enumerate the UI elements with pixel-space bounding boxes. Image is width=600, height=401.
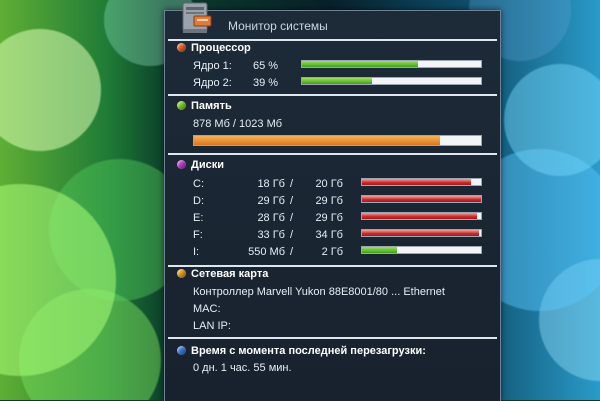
core-label: Ядро 1: (193, 60, 232, 72)
cpu-section-title: Процессор (177, 42, 251, 54)
disks-section-title: Диски (177, 159, 224, 171)
disk-used: 550 Мб (248, 246, 285, 258)
disk-total: 34 Гб (315, 229, 343, 241)
disk-bar (361, 212, 482, 220)
gadget-title: Монитор системы (228, 19, 328, 33)
cpu-bullet-icon (177, 43, 186, 52)
mac-label: MAC: (193, 303, 221, 315)
disk-bar-fill (362, 247, 397, 253)
memory-section-title: Память (177, 100, 232, 112)
uptime-bullet-icon (177, 346, 186, 355)
disk-total: 29 Гб (315, 212, 343, 224)
core-1-bar-fill (302, 61, 419, 67)
disk-drive-label: D: (193, 195, 204, 207)
disk-used: 33 Гб (257, 229, 285, 241)
uptime-value: 0 дн. 1 час. 55 мин. (193, 362, 292, 374)
disk-drive-label: I: (193, 246, 200, 258)
disks-bullet-icon (177, 160, 186, 169)
disk-bar-fill (362, 179, 472, 185)
divider (168, 153, 497, 155)
disk-drive-label: C: (193, 178, 204, 190)
disk-bar-fill (362, 213, 478, 219)
memory-title-text: Память (191, 100, 232, 112)
core-label: Ядро 2: (193, 77, 232, 89)
divider (168, 337, 497, 339)
uptime-section-title: Время с момента последней перезагрузки: (177, 345, 426, 357)
disk-total: 2 Гб (321, 246, 343, 258)
cpu-core-2-row: Ядро 2: (193, 77, 232, 89)
core-1-value: 65 % (253, 60, 279, 72)
cpu-title-text: Процессор (191, 42, 251, 54)
disk-total: 20 Гб (315, 178, 343, 190)
disk-separator: / (290, 178, 294, 190)
divider (168, 39, 497, 41)
divider (168, 265, 497, 267)
disks-title-text: Диски (191, 159, 224, 171)
memory-usage-text: 878 Мб / 1023 Мб (193, 118, 283, 130)
uptime-title-text: Время с момента последней перезагрузки: (191, 345, 426, 357)
divider (168, 94, 497, 96)
core-1-bar (301, 60, 482, 68)
disk-separator: / (290, 246, 294, 258)
disk-bar (361, 229, 482, 237)
computer-icon (182, 2, 212, 33)
memory-bar-fill (194, 136, 441, 145)
core-2-bar-fill (302, 78, 372, 84)
disk-drive-label: E: (193, 212, 204, 224)
disk-used: 18 Гб (257, 178, 285, 190)
core-2-bar (301, 77, 482, 85)
system-monitor-gadget[interactable]: Монитор системы Процессор Ядро 1: 65 % Я… (164, 2, 501, 401)
disk-drive-label: F: (193, 229, 203, 241)
network-adapter-name: Контроллер Marvell Yukon 88E8001/80 ... … (193, 286, 445, 298)
disk-used: 29 Гб (257, 195, 285, 207)
disk-separator: / (290, 195, 294, 207)
lan-ip-label: LAN IP: (193, 320, 231, 332)
memory-bar (193, 135, 482, 146)
disk-used: 28 Гб (257, 212, 285, 224)
memory-bullet-icon (177, 101, 186, 110)
disk-bar-fill (362, 230, 479, 236)
disk-bar (361, 195, 482, 203)
network-bullet-icon (177, 269, 186, 278)
disk-bar (361, 246, 482, 254)
disk-separator: / (290, 229, 294, 241)
network-section-title: Сетевая карта (177, 268, 268, 280)
disk-bar-fill (362, 196, 481, 202)
disk-total: 29 Гб (315, 195, 343, 207)
gadget-header[interactable]: Монитор системы (165, 2, 500, 39)
core-2-value: 39 % (253, 77, 279, 89)
disk-bar (361, 178, 482, 186)
network-title-text: Сетевая карта (191, 268, 269, 280)
disk-separator: / (290, 212, 294, 224)
cpu-core-1-row: Ядро 1: (193, 60, 232, 72)
